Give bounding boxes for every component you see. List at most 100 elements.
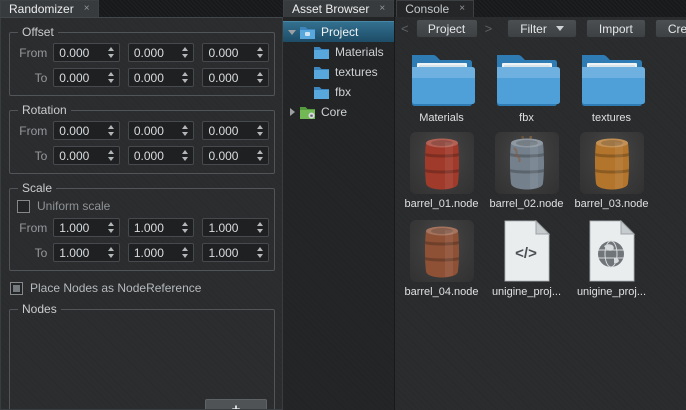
- tab-console[interactable]: Console ×: [396, 0, 474, 17]
- offset-from-y-spinbox[interactable]: 0.000: [128, 43, 195, 62]
- scale-to-x-spinbox[interactable]: 1.000: [53, 243, 120, 262]
- tree-item-core[interactable]: Core: [283, 102, 394, 122]
- spin-down-icon[interactable]: [182, 157, 188, 161]
- spin-down-icon[interactable]: [257, 79, 263, 83]
- spinner-arrows[interactable]: [255, 247, 268, 258]
- spin-down-icon[interactable]: [182, 79, 188, 83]
- asset-tile-barrel-02[interactable]: barrel_02.node: [484, 130, 569, 218]
- scale-to-z-spinbox[interactable]: 1.000: [202, 243, 269, 262]
- offset-to-z-spinbox[interactable]: 0.000: [202, 68, 269, 87]
- spin-down-icon[interactable]: [182, 254, 188, 258]
- spin-up-icon[interactable]: [257, 47, 263, 51]
- spin-down-icon[interactable]: [257, 132, 263, 136]
- spinner-arrows[interactable]: [180, 47, 193, 58]
- spin-down-icon[interactable]: [257, 254, 263, 258]
- spinner-arrows[interactable]: [106, 72, 119, 83]
- spin-down-icon[interactable]: [108, 132, 114, 136]
- spin-down-icon[interactable]: [108, 79, 114, 83]
- spin-down-icon[interactable]: [257, 54, 263, 58]
- spinner-arrows[interactable]: [255, 47, 268, 58]
- rotation-from-x-spinbox[interactable]: 0.000: [53, 121, 120, 140]
- asset-tile-textures[interactable]: textures: [569, 42, 654, 130]
- spinner-arrows[interactable]: [106, 125, 119, 136]
- tree-item-materials[interactable]: Materials: [283, 42, 394, 62]
- spin-up-icon[interactable]: [108, 72, 114, 76]
- spin-up-icon[interactable]: [257, 72, 263, 76]
- tab-asset-browser[interactable]: Asset Browser ×: [283, 0, 394, 17]
- asset-tile-barrel-04[interactable]: barrel_04.node: [399, 218, 484, 306]
- tab-randomizer[interactable]: Randomizer ×: [0, 0, 99, 17]
- scale-from-y-spinbox[interactable]: 1.000: [128, 218, 195, 237]
- spin-down-icon[interactable]: [108, 229, 114, 233]
- spinner-arrows[interactable]: [180, 125, 193, 136]
- spinner-arrows[interactable]: [180, 150, 193, 161]
- spin-down-icon[interactable]: [182, 229, 188, 233]
- spin-down-icon[interactable]: [108, 254, 114, 258]
- asset-tile-materials[interactable]: Materials: [399, 42, 484, 130]
- asset-tile-unigine-world-file[interactable]: unigine_proj...: [569, 218, 654, 306]
- spin-down-icon[interactable]: [108, 157, 114, 161]
- chevron-right-icon[interactable]: [287, 108, 297, 116]
- offset-to-y-spinbox[interactable]: 0.000: [128, 68, 195, 87]
- spinner-arrows[interactable]: [106, 222, 119, 233]
- spin-up-icon[interactable]: [108, 247, 114, 251]
- scale-to-y-spinbox[interactable]: 1.000: [128, 243, 195, 262]
- spinner-arrows[interactable]: [106, 47, 119, 58]
- spin-up-icon[interactable]: [108, 47, 114, 51]
- rotation-to-x-spinbox[interactable]: 0.000: [53, 146, 120, 165]
- offset-from-x-spinbox[interactable]: 0.000: [53, 43, 120, 62]
- spin-down-icon[interactable]: [182, 54, 188, 58]
- spinner-arrows[interactable]: [180, 222, 193, 233]
- spin-up-icon[interactable]: [182, 72, 188, 76]
- back-button[interactable]: <: [399, 21, 411, 36]
- spin-up-icon[interactable]: [182, 222, 188, 226]
- scale-from-x-spinbox[interactable]: 1.000: [53, 218, 120, 237]
- rotation-to-y-spinbox[interactable]: 0.000: [128, 146, 195, 165]
- asset-tile-barrel-03[interactable]: barrel_03.node: [569, 130, 654, 218]
- rotation-from-z-spinbox[interactable]: 0.000: [202, 121, 269, 140]
- offset-to-x-spinbox[interactable]: 0.000: [53, 68, 120, 87]
- place-nodes-checkbox[interactable]: [10, 282, 23, 295]
- create-button[interactable]: Create: [655, 19, 686, 38]
- add-node-button[interactable]: +: [205, 399, 267, 410]
- spin-down-icon[interactable]: [108, 54, 114, 58]
- spinner-arrows[interactable]: [255, 150, 268, 161]
- tree-item-textures[interactable]: textures: [283, 62, 394, 82]
- forward-button[interactable]: >: [483, 21, 495, 36]
- spinner-arrows[interactable]: [255, 222, 268, 233]
- spin-down-icon[interactable]: [182, 132, 188, 136]
- spinner-arrows[interactable]: [255, 72, 268, 83]
- scale-from-z-spinbox[interactable]: 1.000: [202, 218, 269, 237]
- spinner-arrows[interactable]: [106, 150, 119, 161]
- spin-up-icon[interactable]: [108, 222, 114, 226]
- spinner-arrows[interactable]: [255, 125, 268, 136]
- spin-up-icon[interactable]: [182, 47, 188, 51]
- spin-up-icon[interactable]: [257, 222, 263, 226]
- spin-down-icon[interactable]: [257, 229, 263, 233]
- spin-up-icon[interactable]: [108, 125, 114, 129]
- spin-up-icon[interactable]: [257, 247, 263, 251]
- spin-up-icon[interactable]: [182, 125, 188, 129]
- chevron-down-icon[interactable]: [287, 30, 297, 35]
- asset-tile-barrel-01[interactable]: barrel_01.node: [399, 130, 484, 218]
- spin-up-icon[interactable]: [182, 247, 188, 251]
- spin-up-icon[interactable]: [257, 125, 263, 129]
- close-icon[interactable]: ×: [84, 4, 90, 14]
- spin-up-icon[interactable]: [108, 150, 114, 154]
- rotation-from-y-spinbox[interactable]: 0.000: [128, 121, 195, 140]
- spinner-arrows[interactable]: [106, 247, 119, 258]
- rotation-to-z-spinbox[interactable]: 0.000: [202, 146, 269, 165]
- asset-tile-fbx[interactable]: fbx: [484, 42, 569, 130]
- spin-up-icon[interactable]: [257, 150, 263, 154]
- spinner-arrows[interactable]: [180, 247, 193, 258]
- tree-item-fbx[interactable]: fbx: [283, 82, 394, 102]
- path-project-button[interactable]: Project: [416, 19, 478, 38]
- import-button[interactable]: Import: [586, 19, 646, 38]
- spinner-arrows[interactable]: [180, 72, 193, 83]
- uniform-scale-checkbox[interactable]: [17, 200, 30, 213]
- close-icon[interactable]: ×: [379, 4, 385, 14]
- asset-tile-unigine-code-file[interactable]: </> unigine_proj...: [484, 218, 569, 306]
- close-icon[interactable]: ×: [459, 4, 465, 14]
- filter-button[interactable]: Filter: [507, 19, 577, 38]
- offset-from-z-spinbox[interactable]: 0.000: [202, 43, 269, 62]
